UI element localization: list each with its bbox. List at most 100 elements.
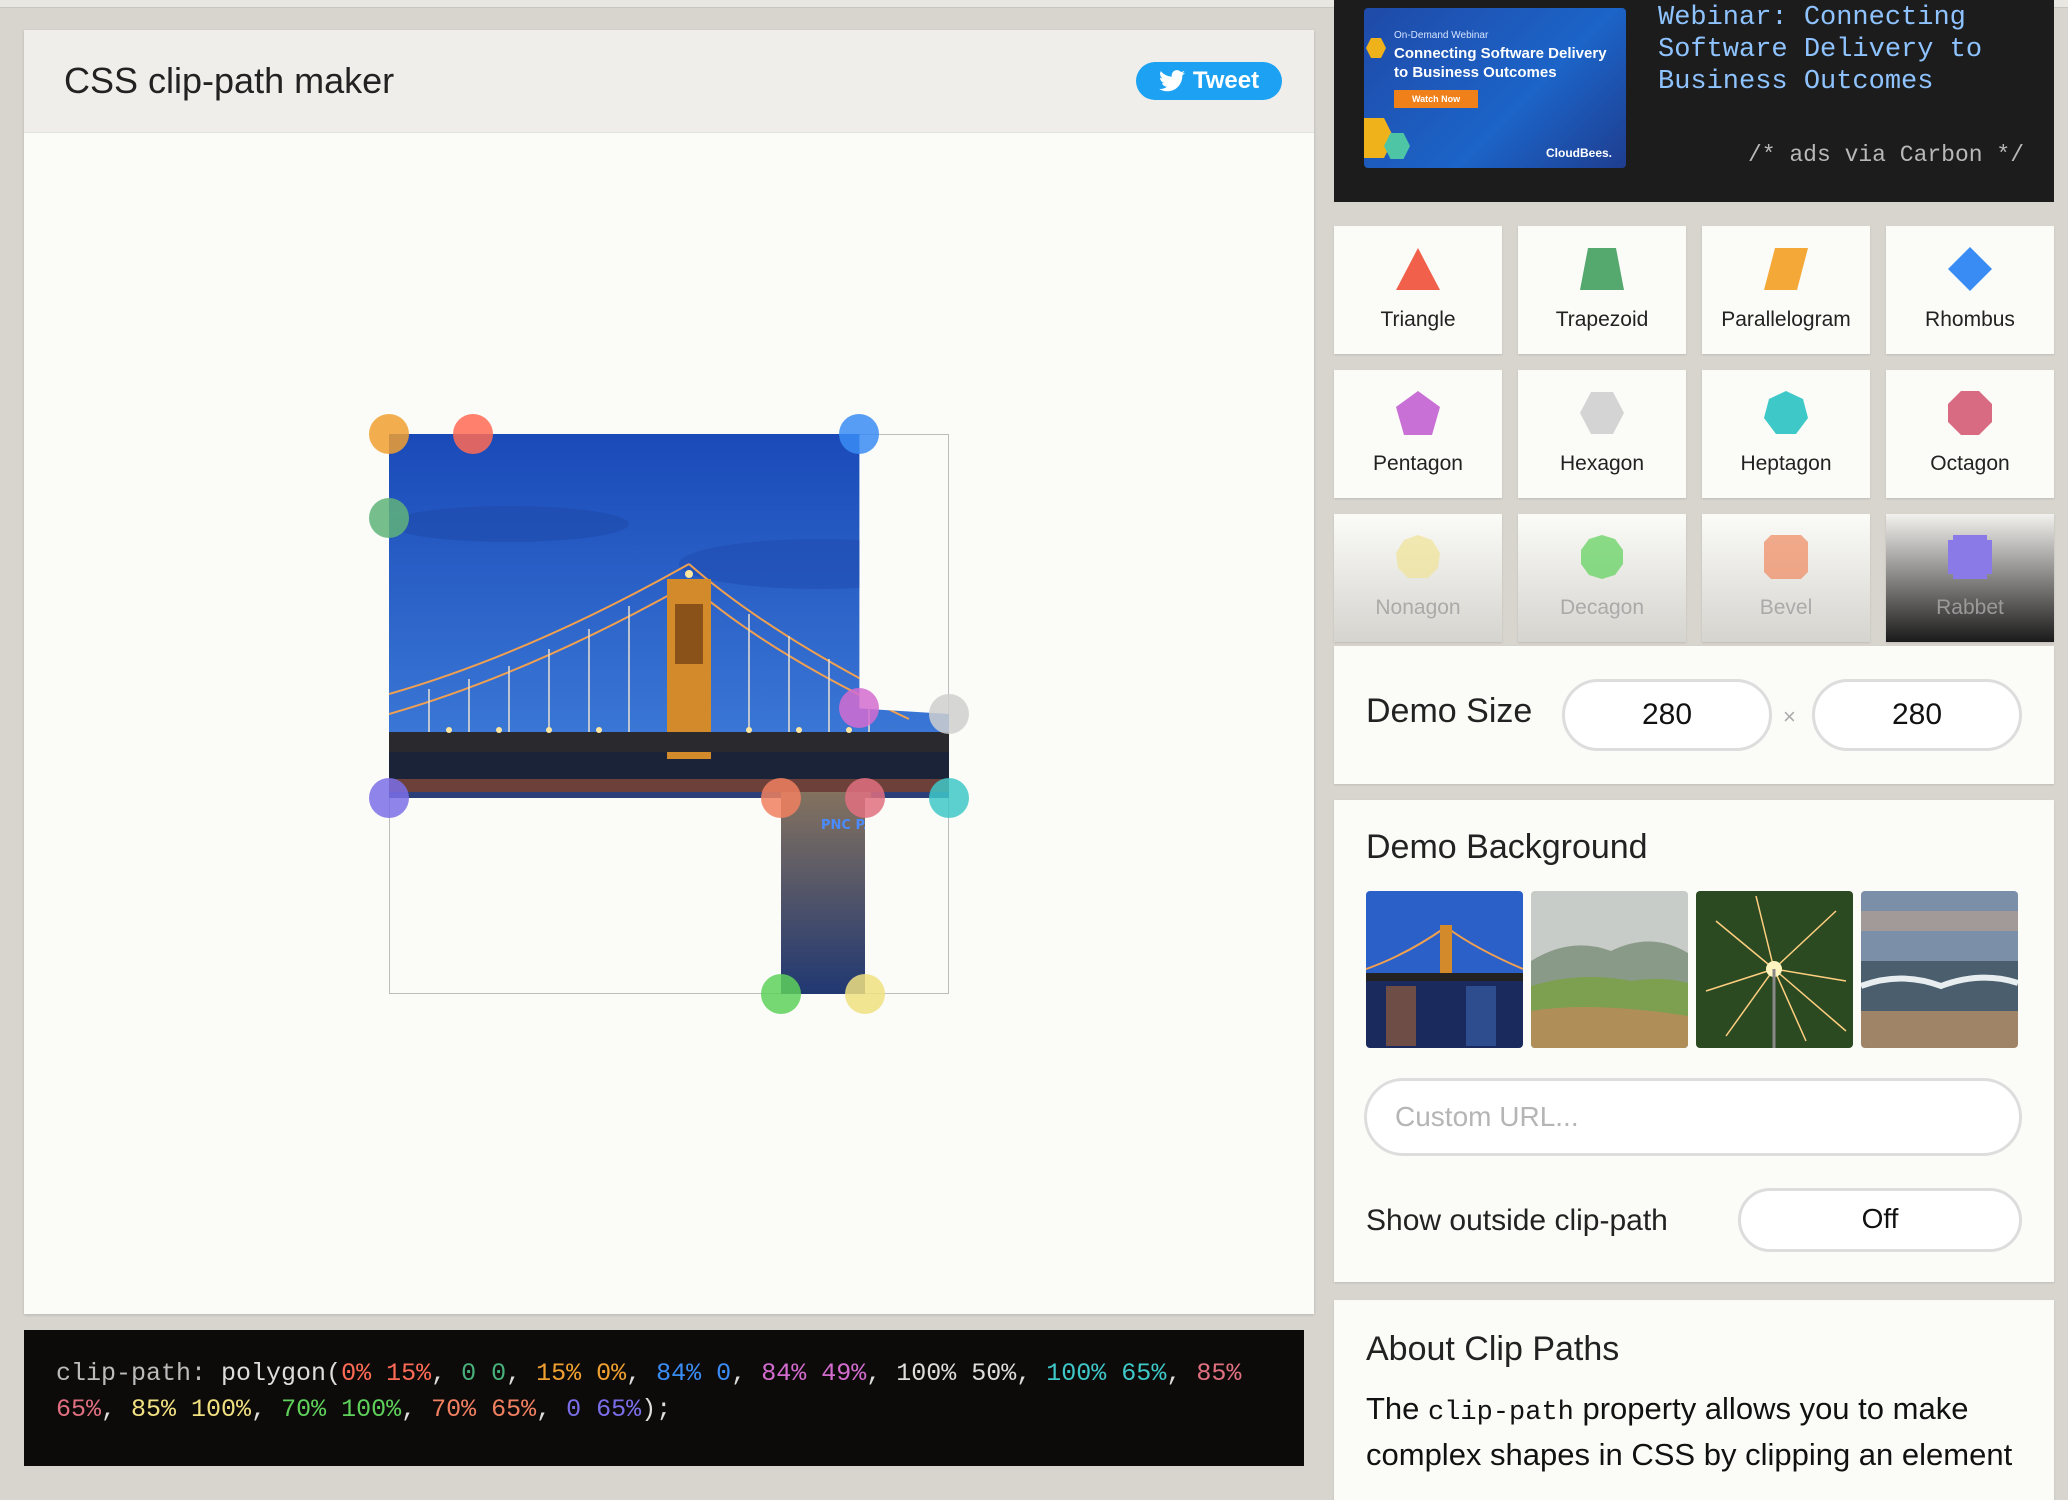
code-separator: , [536,1395,567,1424]
shape-label: Bevel [1759,596,1813,619]
code-point: 15% 0% [536,1359,627,1388]
size-separator: × [1783,704,1796,729]
demo-width-input[interactable]: 280 [1562,679,1772,751]
ad-link-text[interactable]: Webinar: Connecting Software Delivery to… [1658,2,2038,98]
shape-bevel-card[interactable]: Bevel [1702,514,1870,642]
tweet-label: Tweet [1192,67,1260,94]
code-point: 70% 65% [431,1395,537,1424]
decagon-icon [1581,535,1623,579]
code-separator: , [626,1359,657,1388]
sparkler-thumbnail[interactable] [1696,891,1853,1048]
shape-parallelogram-card[interactable]: Parallelogram [1702,226,1870,354]
editor-header: CSS clip-path maker Tweet [24,30,1314,133]
custom-url-input[interactable] [1364,1078,2022,1156]
code-separator: , [1166,1359,1197,1388]
bridge-night-thumbnail[interactable] [1366,891,1523,1048]
about-text-start: The [1366,1391,1429,1426]
demo-background-panel: Demo Background Custom URL... Show outsi… [1334,800,2054,1282]
shape-nonagon-card[interactable]: Nonagon [1334,514,1502,642]
clip-point-handle-2[interactable] [369,414,409,454]
shape-label: Trapezoid [1555,308,1649,331]
demo-background-label: Demo Background [1366,828,1648,866]
hexagon-icon [1580,392,1624,434]
about-code: clip-path [1428,1398,1574,1428]
shape-triangle-card[interactable]: Triangle [1334,226,1502,354]
show-outside-toggle[interactable]: Off [1738,1188,2022,1252]
code-function: polygon( [221,1359,342,1388]
shape-rhombus-card[interactable]: Rhombus [1886,226,2054,354]
editor-panel: CSS clip-path maker Tweet PNC PARK [24,30,1314,1314]
clip-point-handle-10[interactable] [761,974,801,1014]
shape-rabbet-card[interactable]: Rabbet [1886,514,2054,642]
bevel-icon [1764,535,1808,579]
code-separator: , [251,1395,282,1424]
code-separator: , [401,1395,432,1424]
ad-banner-kicker: On-Demand Webinar [1394,30,1489,41]
code-point: 0 65% [566,1395,642,1424]
sea-waves-thumbnail[interactable] [1861,891,2018,1048]
carbon-ad[interactable]: On-Demand Webinar Connecting Software De… [1334,0,2054,202]
clip-point-handle-5[interactable] [839,688,879,728]
heptagon-icon [1764,391,1808,434]
about-panel: About Clip Paths The clip-path property … [1334,1300,2054,1500]
code-point: 100% 65% [1046,1359,1167,1388]
clip-point-handle-3[interactable] [453,414,493,454]
demo-height-input[interactable]: 280 [1812,679,2022,751]
code-separator: , [1016,1359,1047,1388]
shape-octagon-card[interactable]: Octagon [1886,370,2054,498]
shape-label: Rhombus [1925,308,2015,331]
shape-label: Octagon [1930,452,2010,475]
app-title: CSS clip-path maker [64,60,395,101]
code-property: clip-path: [56,1359,207,1388]
code-close: ); [641,1395,672,1424]
clip-point-handle-9[interactable] [845,974,885,1014]
ad-credit[interactable]: /* ads via Carbon */ [1748,142,2024,168]
clip-path-stage: PNC PARK [24,132,1314,1314]
shape-label: Decagon [1559,596,1645,619]
about-title: About Clip Paths [1366,1330,1620,1368]
clip-point-handle-8[interactable] [845,778,885,818]
green-hills-thumbnail[interactable] [1531,891,1688,1048]
hexagon-decoration-icon [1366,38,1386,58]
code-separator: , [101,1395,132,1424]
clip-point-handle-11[interactable] [761,778,801,818]
clip-point-handle-12[interactable] [369,778,409,818]
tweet-button[interactable]: Tweet [1136,62,1282,100]
code-point: 0% 15% [341,1359,432,1388]
rabbet-icon [1948,535,1992,579]
clip-point-handle-7[interactable] [929,778,969,818]
shape-heptagon-card[interactable]: Heptagon [1702,370,1870,498]
trapezoid-icon [1580,248,1624,290]
rhombus-icon [1948,247,1992,291]
clip-point-handle-1[interactable] [369,498,409,538]
code-point: 100% 50% [896,1359,1017,1388]
ad-banner-brand: CloudBees. [1545,146,1612,160]
about-text: The clip-path property allows you to mak… [1366,1388,2036,1476]
shape-label: Rabbet [1936,596,2004,619]
shape-pentagon-card[interactable]: Pentagon [1334,370,1502,498]
shape-label: Nonagon [1375,596,1461,619]
triangle-icon [1396,248,1440,290]
shape-trapezoid-card[interactable]: Trapezoid [1518,226,1686,354]
ad-banner-image[interactable]: On-Demand Webinar Connecting Software De… [1364,8,1626,168]
shape-label: Parallelogram [1721,308,1851,331]
clip-point-handle-6[interactable] [929,694,969,734]
demo-size-panel: Demo Size 280 × 280 [1334,646,2054,784]
code-point: 70% 100% [281,1395,402,1424]
ad-banner-cta: Watch Now [1394,90,1479,108]
shape-decagon-card[interactable]: Decagon [1518,514,1686,642]
code-separator: , [431,1359,462,1388]
code-separator: , [866,1359,897,1388]
shape-hexagon-card[interactable]: Hexagon [1518,370,1686,498]
show-outside-label: Show outside clip-path [1366,1204,1668,1237]
code-separator: , [731,1359,762,1388]
code-point: 0 0 [461,1359,507,1388]
clip-point-handle-4[interactable] [839,414,879,454]
nonagon-icon [1396,535,1440,578]
shape-label: Heptagon [1740,452,1832,475]
shape-label: Hexagon [1559,452,1645,475]
shape-label: Triangle [1380,308,1456,331]
twitter-bird-icon [1158,70,1185,92]
clip-path-code-output[interactable]: clip-path: polygon(0% 15%, 0 0, 15% 0%, … [24,1330,1304,1466]
shape-label: Pentagon [1373,452,1463,475]
